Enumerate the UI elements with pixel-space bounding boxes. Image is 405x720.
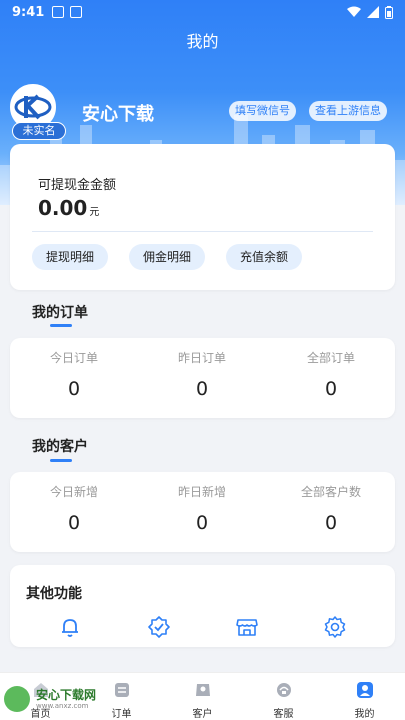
status-bar: 9:41 [0,0,405,24]
stat-label: 今日订单 [49,351,98,365]
signal-icon [367,6,379,18]
stat-yesterday-new[interactable]: 昨日新增 0 [138,472,266,534]
stat-value: 0 [324,378,338,400]
watermark-logo-icon [4,686,30,712]
stat-today-orders[interactable]: 今日订单 0 [10,338,138,400]
nav-customers[interactable]: 客户 [162,673,243,720]
stat-label: 昨日订单 [177,351,226,365]
nav-service[interactable]: 客服 [243,673,324,720]
badge-check-icon[interactable] [147,615,171,639]
profile-section: 未实名 安心下载 填写微信号 查看上游信息 [10,84,395,140]
nav-label: 客服 [273,709,294,720]
battery-icon [385,5,393,19]
orders-stats-card: 今日订单 0 昨日订单 0 全部订单 0 [10,338,395,418]
nav-label: 我的 [354,709,375,720]
status-time: 9:41 [12,4,45,20]
notification-icon [52,6,65,18]
stat-today-new[interactable]: 今日新增 0 [10,472,138,534]
watermark-text: 安心下载网 [36,688,97,702]
fill-wechat-button[interactable]: 填写微信号 [229,101,296,121]
customer-icon [195,684,210,696]
stat-value: 0 [67,512,81,534]
bell-icon[interactable] [58,615,82,639]
sim-icon [70,6,83,18]
amount-value: 0.00 [38,196,88,220]
other-functions-card: 其他功能 [10,565,395,647]
service-icon [276,683,291,697]
customers-stats-card: 今日新增 0 昨日新增 0 全部客户数 0 [10,472,395,552]
customers-title-underline [50,459,72,462]
settings-gear-icon[interactable] [323,615,347,639]
stat-label: 今日新增 [49,485,98,499]
withdrawable-amount: 0.00 元 [38,196,99,220]
orders-section-title: 我的订单 [32,305,88,321]
withdraw-details-button[interactable]: 提现明细 [32,244,109,270]
stat-label: 昨日新增 [177,485,226,499]
stat-all-orders[interactable]: 全部订单 0 [267,338,395,400]
other-functions-title: 其他功能 [26,586,82,602]
stat-all-customers[interactable]: 全部客户数 0 [267,472,395,534]
order-icon [114,683,129,697]
site-watermark: 安心下载网 www.anxz.com [0,680,100,720]
stat-value: 0 [324,512,338,534]
view-upstream-button[interactable]: 查看上游信息 [309,101,387,121]
store-icon[interactable] [235,615,259,639]
user-name: 安心下载 [82,104,154,125]
stat-label: 全部客户数 [300,485,361,499]
recharge-balance-button[interactable]: 充值余额 [226,244,303,270]
commission-details-button[interactable]: 佣金明细 [129,244,206,270]
orders-title-underline [50,324,72,327]
stat-value: 0 [67,378,81,400]
verification-badge[interactable]: 未实名 [12,122,66,140]
wallet-card: 可提现金金额 0.00 元 提现明细 佣金明细 充值余额 [10,144,395,290]
stat-yesterday-orders[interactable]: 昨日订单 0 [138,338,266,400]
withdrawable-label: 可提现金金额 [38,178,117,193]
stat-value: 0 [195,378,209,400]
stat-label: 全部订单 [306,351,355,365]
nav-profile[interactable]: 我的 [324,673,405,720]
watermark-url: www.anxz.com [36,702,89,710]
wifi-icon [347,6,361,17]
customers-section-title: 我的客户 [32,439,88,455]
profile-icon [356,682,373,698]
wallet-divider [32,231,373,232]
amount-unit: 元 [89,207,100,218]
stat-value: 0 [195,512,209,534]
nav-label: 客户 [192,709,213,720]
page-title: 我的 [186,32,219,51]
